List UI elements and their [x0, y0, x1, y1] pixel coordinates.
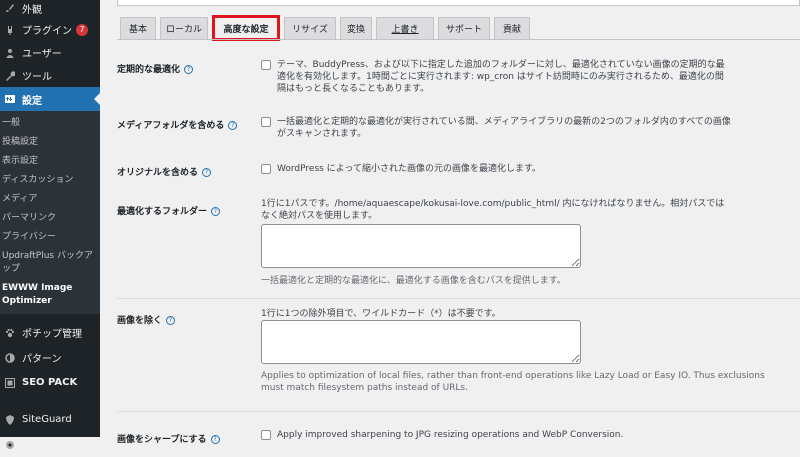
sharpen-option: Apply improved sharpening to JPG resizin… [261, 429, 731, 441]
menu-appearance-label: 外観 [22, 4, 42, 16]
wrench-icon [4, 70, 16, 82]
menu-pochipp[interactable]: ポチップ管理 [0, 320, 100, 345]
sharpen-label: 画像をシャープにする? [117, 432, 220, 445]
submenu-ewww[interactable]: EWWW Image Optimizer [0, 279, 100, 311]
scheduled-checkbox[interactable] [261, 60, 271, 70]
tab-resize-label: リサイズ [292, 25, 328, 35]
menu-appearance[interactable]: 外観 [0, 0, 100, 18]
settings-submenu: 一般 投稿設定 表示設定 ディスカッション メディア パーマリンク プライバシー… [0, 111, 100, 314]
paw-icon [4, 327, 16, 339]
tab-basic[interactable]: 基本 [120, 17, 156, 39]
submenu-permalinks[interactable]: パーマリンク [0, 209, 100, 228]
menu-settings-label: 設定 [22, 95, 42, 107]
help-icon[interactable]: ? [202, 168, 212, 177]
sharpen-description: Apply improved sharpening to JPG resizin… [277, 430, 624, 440]
tab-convert[interactable]: 変換 [340, 17, 372, 39]
originals-label-text: オリジナルを含める [117, 168, 199, 178]
originals-checkbox[interactable] [261, 164, 271, 174]
scheduled-option: テーマ、BuddyPress、および以下に指定した追加のフォルダーに対し、最適化… [261, 59, 731, 95]
tab-advanced-label: 高度な設定 [223, 24, 269, 35]
sharpen-checkbox[interactable] [261, 430, 271, 440]
exclude-label-text: 画像を除く [117, 316, 163, 326]
pattern-icon [4, 352, 16, 364]
submenu-updraftplus[interactable]: UpdraftPlus バックアップ [0, 247, 100, 279]
tab-support[interactable]: サポート [438, 17, 490, 39]
help-icon[interactable]: ? [228, 121, 238, 130]
menu-plugins[interactable]: プラグイン 7 [0, 18, 100, 41]
optimize-icon [4, 439, 16, 451]
submenu-media[interactable]: メディア [0, 190, 100, 209]
tab-overrides[interactable]: 上書き [376, 17, 434, 39]
tab-convert-label: 変換 [346, 25, 365, 35]
menu-pochipp-label: ポチップ管理 [22, 329, 82, 340]
menu-settings[interactable]: 設定 [0, 87, 100, 111]
folders-description: 1行に1パスです。/home/aquaescape/kokusai-love.c… [261, 199, 725, 221]
exclude-textarea[interactable] [261, 320, 581, 364]
tab-overrides-label: 上書き [391, 25, 419, 35]
submenu-discussion[interactable]: ディスカッション [0, 171, 100, 190]
originals-label: オリジナルを含める? [117, 165, 212, 178]
help-icon[interactable]: ? [210, 435, 220, 444]
help-icon[interactable]: ? [184, 65, 194, 74]
menu-tools-label: ツール [22, 72, 52, 83]
originals-option: WordPress によって縮小された画像の元の画像を最適化します。 [261, 163, 731, 175]
submenu-general[interactable]: 一般 [0, 114, 100, 133]
folders-note: 一括最適化と定期的な最適化に、最適化する画像を含むパスを提供します。 [261, 276, 566, 286]
submenu-writing[interactable]: 投稿設定 [0, 133, 100, 152]
help-icon[interactable]: ? [211, 207, 221, 216]
menu-siteguard-label: SiteGuard [22, 414, 72, 425]
media-folders-label-text: メディアフォルダを含める [117, 121, 225, 131]
exclude-label: 画像を除く? [117, 313, 176, 326]
scheduled-label: 定期的な最適化? [117, 62, 194, 75]
menu-users-label: ユーザー [22, 49, 62, 60]
menu-plugins-label: プラグイン [22, 26, 72, 37]
section-divider [117, 298, 800, 299]
submenu-reading[interactable]: 表示設定 [0, 152, 100, 171]
originals-description: WordPress によって縮小された画像の元の画像を最適化します。 [277, 164, 542, 174]
tab-local-label: ローカル [165, 25, 202, 35]
menu-siteguard[interactable]: SiteGuard [0, 407, 100, 432]
tab-contribute-label: 貢献 [502, 25, 521, 35]
menu-tools[interactable]: ツール [0, 64, 100, 87]
tab-local[interactable]: ローカル [160, 17, 208, 39]
seo-icon [4, 377, 16, 389]
folders-label: 最適化するフォルダー? [117, 204, 221, 217]
top-notice-box [117, 0, 800, 6]
menu-seo-pack[interactable]: SEO PACK [0, 370, 100, 395]
media-folders-option: 一括最適化と定期的な最適化が実行されている間、メディアライブラリの最新の2つのフ… [261, 116, 731, 140]
media-folders-description: 一括最適化と定期的な最適化が実行されている間、メディアライブラリの最新の2つのフ… [277, 117, 731, 139]
scheduled-description: テーマ、BuddyPress、および以下に指定した追加のフォルダーに対し、最適化… [277, 60, 725, 94]
menu-wp-optimize-label: WP-Optimize [22, 439, 87, 450]
section-divider [117, 411, 800, 412]
user-icon [4, 47, 16, 59]
scheduled-label-text: 定期的な最適化 [117, 65, 181, 75]
tab-contribute[interactable]: 貢献 [494, 17, 530, 39]
settings-content: 基本 ローカル 高度な設定 リサイズ 変換 上書き サポート 貢献 定期的な最適… [100, 0, 800, 445]
folders-textarea[interactable] [261, 224, 581, 268]
help-icon[interactable]: ? [166, 316, 176, 325]
plugin-update-badge: 7 [76, 23, 88, 36]
exclude-note: Applies to optimization of local files, … [261, 371, 765, 393]
tab-resize[interactable]: リサイズ [284, 17, 336, 39]
shield-icon [4, 414, 16, 426]
tab-advanced[interactable]: 高度な設定 [212, 15, 280, 41]
tab-divider [117, 39, 800, 40]
admin-sidebar: 外観 プラグイン 7 ユーザー ツール 設定 一般 投稿設定 表示設定 ディスカ… [0, 0, 100, 450]
settings-tabs: 基本 ローカル 高度な設定 リサイズ 変換 上書き サポート 貢献 [120, 15, 534, 41]
tab-support-label: サポート [445, 25, 482, 35]
settings-icon [4, 93, 16, 105]
menu-seo-pack-label: SEO PACK [22, 377, 78, 388]
menu-wp-optimize[interactable]: WP-Optimize [0, 432, 100, 457]
exclude-description: 1行に1つの除外項目で、ワイルドカード（*）は不要です。 [261, 309, 501, 319]
menu-patterns[interactable]: パターン [0, 345, 100, 370]
plugin-icon [4, 24, 16, 36]
paintbrush-icon [4, 2, 16, 14]
media-folders-checkbox[interactable] [261, 117, 271, 127]
menu-patterns-label: パターン [22, 354, 62, 365]
submenu-privacy[interactable]: プライバシー [0, 228, 100, 247]
menu-users[interactable]: ユーザー [0, 41, 100, 64]
tab-basic-label: 基本 [128, 25, 147, 35]
media-folders-label: メディアフォルダを含める? [117, 118, 238, 131]
folders-label-text: 最適化するフォルダー [117, 207, 208, 217]
